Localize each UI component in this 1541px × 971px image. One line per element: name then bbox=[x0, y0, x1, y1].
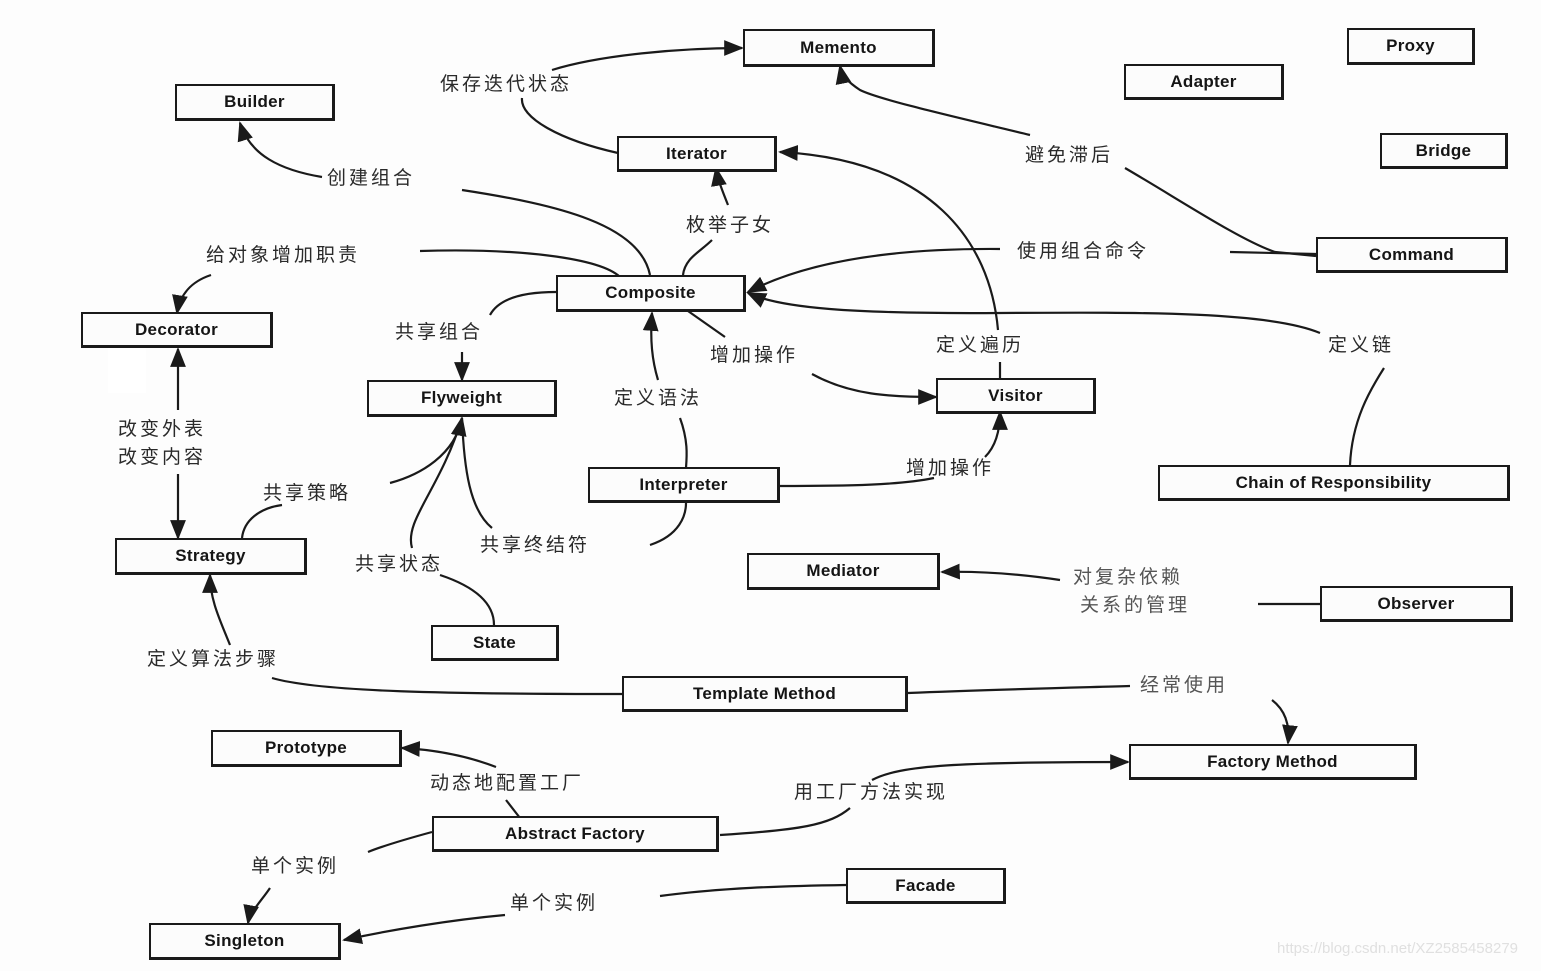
edge-visitor-iterator-a bbox=[778, 145, 1000, 331]
edge-af-fm-a bbox=[719, 807, 851, 837]
label-change-skin: 改变外表 bbox=[118, 418, 207, 440]
edge-composite-flyweight-a bbox=[489, 290, 557, 316]
label-often-uses: 经常使用 bbox=[1140, 674, 1229, 696]
edge-composite-builder-a bbox=[237, 121, 323, 179]
edge-facade-singleton-a bbox=[659, 883, 847, 898]
label-share-composite: 共享组合 bbox=[395, 321, 484, 343]
label-share-terminal: 共享终结符 bbox=[480, 534, 591, 556]
edge-composite-iterator-a bbox=[711, 166, 730, 206]
edge-composite-decorator-a bbox=[172, 273, 212, 315]
node-prototype[interactable]: Prototype bbox=[211, 730, 402, 767]
label-add-responsibility: 给对象增加职责 bbox=[206, 244, 361, 266]
edge-composite-decorator-b bbox=[419, 249, 621, 278]
label-single-instance-1: 单个实例 bbox=[251, 855, 340, 877]
label-define-traversal: 定义遍历 bbox=[936, 334, 1025, 356]
label-add-operation-2: 增加操作 bbox=[906, 457, 995, 479]
node-interpreter[interactable]: Interpreter bbox=[588, 467, 780, 503]
edge-template-strategy-b bbox=[271, 676, 623, 696]
label-share-strategy: 共享策略 bbox=[263, 482, 352, 504]
node-command[interactable]: Command bbox=[1316, 237, 1508, 273]
label-enumerate-children: 枚举子女 bbox=[686, 214, 775, 236]
edge-observer-mediator-a bbox=[940, 563, 1061, 582]
node-proxy[interactable]: Proxy bbox=[1347, 28, 1475, 65]
node-observer[interactable]: Observer bbox=[1320, 586, 1513, 622]
node-adapter[interactable]: Adapter bbox=[1124, 64, 1284, 100]
edge-composite-visitor-a bbox=[687, 310, 726, 338]
label-use-composite-command: 使用组合命令 bbox=[1017, 240, 1150, 262]
edge-command-memento-a bbox=[835, 64, 1031, 137]
edge-interpreter-composite-b bbox=[678, 417, 688, 469]
label-complex-dependency-1: 对复杂依赖 bbox=[1073, 566, 1184, 588]
label-complex-dependency-2: 关系的管理 bbox=[1080, 594, 1191, 616]
node-mediator[interactable]: Mediator bbox=[747, 553, 940, 590]
edge-facade-singleton-b bbox=[342, 913, 506, 944]
edge-composite-visitor-b bbox=[811, 373, 938, 405]
node-iterator[interactable]: Iterator bbox=[617, 136, 777, 172]
edge-chain-composite bbox=[746, 292, 1321, 335]
edge-interpreter-flyweight-a bbox=[460, 417, 493, 529]
edge-af-prototype-a bbox=[400, 741, 497, 769]
label-implement-with-factory-method: 用工厂方法实现 bbox=[794, 781, 949, 803]
edge-state-flyweight-b bbox=[439, 573, 496, 626]
edge-command-composite-b bbox=[746, 247, 1001, 293]
label-share-state: 共享状态 bbox=[355, 553, 444, 575]
blank-patch bbox=[108, 347, 146, 393]
node-state[interactable]: State bbox=[431, 625, 559, 661]
node-singleton[interactable]: Singleton bbox=[149, 923, 341, 960]
edge-command-composite-a bbox=[1229, 250, 1317, 256]
edge-state-flyweight-a bbox=[409, 417, 464, 549]
edge-interpreter-flyweight-b bbox=[649, 502, 688, 547]
node-memento[interactable]: Memento bbox=[743, 29, 935, 67]
edge-template-strategy-a bbox=[202, 573, 232, 646]
label-define-algorithm-steps: 定义算法步骤 bbox=[147, 648, 280, 670]
label-add-operation-1: 增加操作 bbox=[710, 344, 799, 366]
label-single-instance-2: 单个实例 bbox=[510, 892, 599, 914]
edge-template-factory-a bbox=[907, 684, 1131, 695]
node-decorator[interactable]: Decorator bbox=[81, 312, 273, 348]
node-abstract-factory[interactable]: Abstract Factory bbox=[432, 816, 719, 852]
edge-interpreter-visitor-b bbox=[984, 410, 1008, 458]
edge-composite-iterator-b bbox=[681, 239, 713, 276]
label-create-composite: 创建组合 bbox=[327, 167, 416, 189]
node-composite[interactable]: Composite bbox=[556, 275, 746, 312]
node-facade[interactable]: Facade bbox=[846, 868, 1006, 904]
node-bridge[interactable]: Bridge bbox=[1380, 133, 1508, 169]
edge-iterator-memento-a bbox=[520, 97, 619, 155]
node-chain-of-responsibility[interactable]: Chain of Responsibility bbox=[1158, 465, 1510, 501]
label-change-guts: 改变内容 bbox=[118, 446, 207, 468]
edge-af-singleton-a bbox=[367, 830, 433, 854]
node-flyweight[interactable]: Flyweight bbox=[367, 380, 557, 417]
node-visitor[interactable]: Visitor bbox=[936, 378, 1096, 414]
edge-interpreter-composite-a bbox=[642, 311, 660, 381]
node-builder[interactable]: Builder bbox=[175, 84, 335, 121]
edge-af-singleton-b bbox=[243, 887, 271, 925]
edge-command-memento-b bbox=[1124, 167, 1317, 258]
label-save-iter-state: 保存迭代状态 bbox=[440, 73, 573, 95]
label-configure-factory: 动态地配置工厂 bbox=[430, 772, 585, 794]
node-factory-method[interactable]: Factory Method bbox=[1129, 744, 1417, 780]
label-define-chain: 定义链 bbox=[1328, 334, 1395, 356]
edge-strategy-flyweight bbox=[240, 503, 283, 539]
watermark: https://blog.csdn.net/XZ2585458279 bbox=[1277, 940, 1519, 957]
edge-template-factory-b bbox=[1271, 699, 1298, 745]
node-template-method[interactable]: Template Method bbox=[622, 676, 908, 712]
node-strategy[interactable]: Strategy bbox=[115, 538, 307, 575]
edge-chain-label bbox=[1348, 367, 1385, 466]
edge-iterator-memento-b bbox=[551, 40, 744, 72]
label-define-grammar: 定义语法 bbox=[614, 387, 703, 409]
label-avoid-lag: 避免滞后 bbox=[1025, 144, 1114, 166]
edge-composite-builder-b bbox=[461, 188, 652, 276]
